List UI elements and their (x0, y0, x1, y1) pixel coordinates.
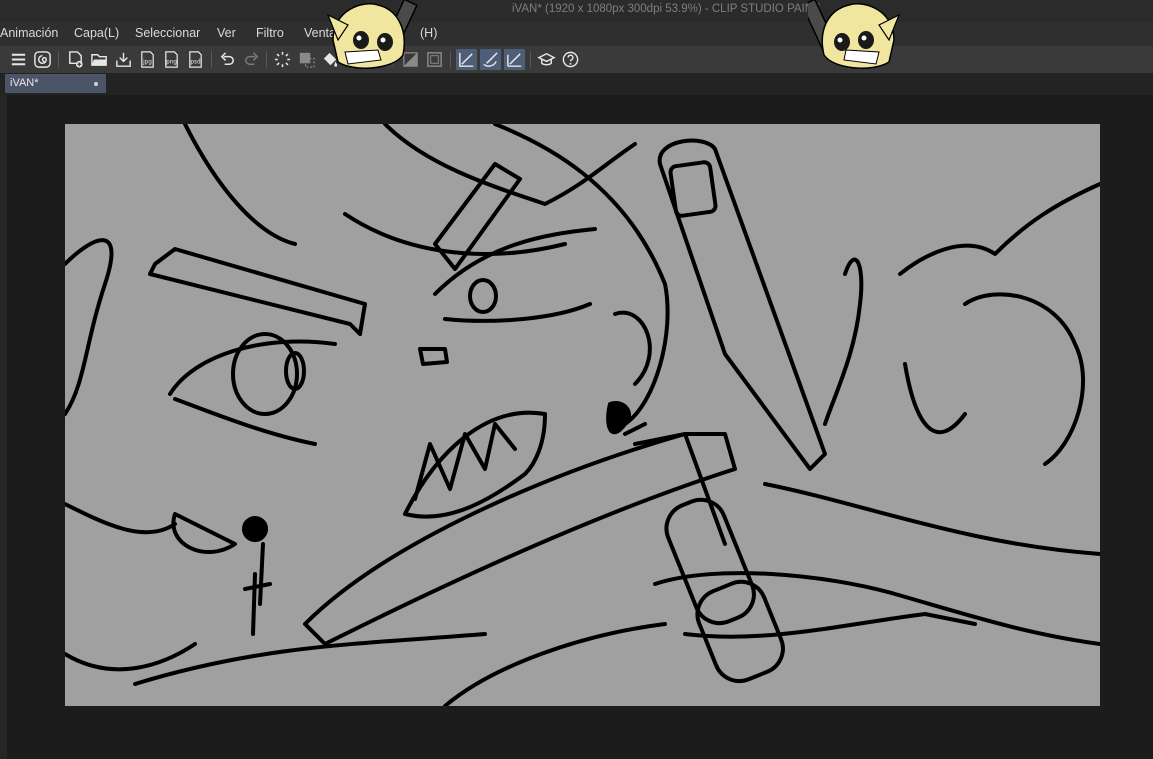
export-png-label: png (166, 59, 177, 65)
line-art-drawing (65, 124, 1100, 706)
open-button[interactable] (89, 49, 110, 70)
redo-icon (245, 52, 259, 66)
export-png-icon: png (165, 51, 178, 68)
learning-icon (537, 53, 556, 66)
command-bar: jpg png psd (0, 46, 1153, 74)
clip-studio-icon (34, 51, 51, 68)
menu-button[interactable] (8, 49, 29, 70)
export-jpg-icon: jpg (141, 51, 154, 68)
menu-item-ver[interactable]: Ver (217, 26, 236, 40)
snap-to-special-ruler-icon (483, 52, 498, 67)
loading-button[interactable] (272, 49, 293, 70)
menu-item-animacion[interactable]: Animación (0, 26, 58, 40)
redo-button[interactable] (241, 49, 262, 70)
menu-item-ayuda[interactable]: (H) (420, 26, 437, 40)
help-icon (562, 51, 579, 68)
transform-icon (299, 52, 315, 68)
snap-to-special-ruler-button[interactable] (480, 49, 501, 70)
document-tab-bar: iVAN* (0, 73, 1153, 95)
unsaved-dot-icon[interactable] (94, 82, 98, 86)
menu-item-filtro[interactable]: Filtro (256, 26, 284, 40)
save-icon (116, 52, 131, 67)
drawing-canvas[interactable] (65, 124, 1100, 706)
export-jpg-button[interactable]: jpg (137, 49, 158, 70)
snap-to-ruler-button[interactable] (456, 49, 477, 70)
frame-button[interactable] (424, 49, 445, 70)
menu-bar: Animación Capa(L) Seleccionar Ver Filtro… (0, 22, 1153, 46)
mascot-sticker-right (808, 0, 901, 69)
export-psd-icon: psd (189, 51, 202, 68)
save-button[interactable] (113, 49, 134, 70)
toolbar-separator (450, 51, 451, 68)
new-canvas-button[interactable] (65, 49, 86, 70)
left-panel-edge (0, 95, 7, 759)
open-folder-icon (91, 54, 108, 66)
undo-icon (220, 52, 234, 66)
new-canvas-icon (69, 51, 83, 68)
loading-icon (274, 51, 291, 68)
transform-button[interactable] (296, 49, 317, 70)
export-png-button[interactable]: png (161, 49, 182, 70)
export-psd-button[interactable]: psd (185, 49, 206, 70)
menu-icon (11, 53, 26, 66)
help-button[interactable] (560, 49, 581, 70)
snap-to-grid-icon (507, 53, 522, 67)
frame-icon (427, 52, 442, 67)
learning-button[interactable] (536, 49, 557, 70)
undo-button[interactable] (217, 49, 238, 70)
menu-item-capa[interactable]: Capa(L) (74, 26, 119, 40)
title-bar: iVAN* (1920 x 1080px 300dpi 53.9%) - CLI… (0, 0, 1153, 22)
clip-studio-button[interactable] (32, 49, 53, 70)
window-title: iVAN* (1920 x 1080px 300dpi 53.9%) - CLI… (512, 3, 821, 15)
toolbar-separator (530, 51, 531, 68)
toolbar-separator (58, 51, 59, 68)
document-tab[interactable]: iVAN* (5, 74, 106, 93)
menu-item-seleccionar[interactable]: Seleccionar (135, 26, 200, 40)
mascot-sticker-left (326, 0, 418, 69)
snap-to-grid-button[interactable] (504, 49, 525, 70)
toolbar-separator (211, 51, 212, 68)
snap-to-ruler-icon (459, 52, 474, 67)
export-jpg-label: jpg (142, 59, 152, 65)
document-tab-label: iVAN* (10, 77, 39, 89)
toolbar-separator (266, 51, 267, 68)
export-psd-label: psd (190, 59, 201, 65)
